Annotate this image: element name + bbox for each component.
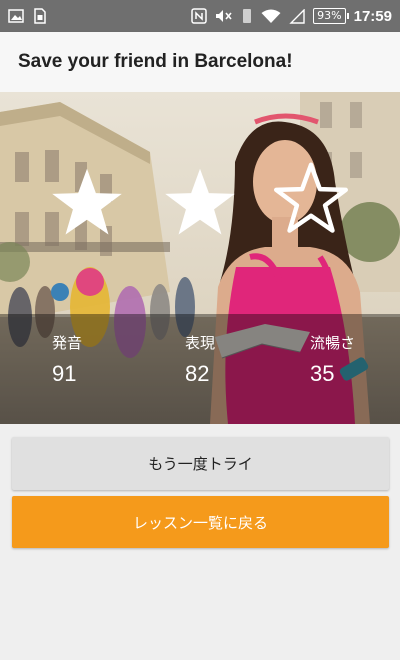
score-fluency: 流暢さ 35 [310, 332, 355, 387]
sim-card-icon [34, 8, 46, 24]
score-label: 発音 [52, 335, 83, 352]
scores-panel: 発音 91 表現 82 流暢さ 35 [0, 314, 400, 424]
mute-icon [215, 9, 233, 23]
status-bar: 93% 17:59 [0, 0, 400, 32]
score-label: 流暢さ [310, 335, 356, 352]
nfc-icon [191, 8, 207, 24]
star-1-filled-icon [52, 168, 122, 235]
score-value: 82 [185, 361, 210, 386]
results-hero: 発音 91 表現 82 流暢さ 35 [0, 92, 400, 424]
score-value: 91 [52, 361, 77, 386]
score-expression: 表現 82 [185, 332, 215, 387]
clock: 17:59 [353, 7, 392, 25]
try-again-button[interactable]: もう一度トライ [12, 437, 389, 490]
page-title: Save your friend in Barcelona! [18, 51, 293, 72]
score-label: 表現 [185, 335, 216, 352]
battery-indicator: 93% [313, 8, 350, 24]
star-3-outline-icon [274, 162, 348, 233]
vibrate-icon [241, 8, 253, 24]
score-pronunciation: 発音 91 [52, 332, 82, 387]
signal-icon [289, 8, 305, 24]
score-value: 35 [310, 361, 335, 386]
image-icon [8, 9, 24, 23]
star-2-filled-icon [165, 168, 235, 235]
wifi-icon [261, 9, 281, 24]
app-bar: Save your friend in Barcelona! [0, 32, 400, 92]
back-to-lessons-button[interactable]: レッスン一覧に戻る [12, 496, 389, 548]
